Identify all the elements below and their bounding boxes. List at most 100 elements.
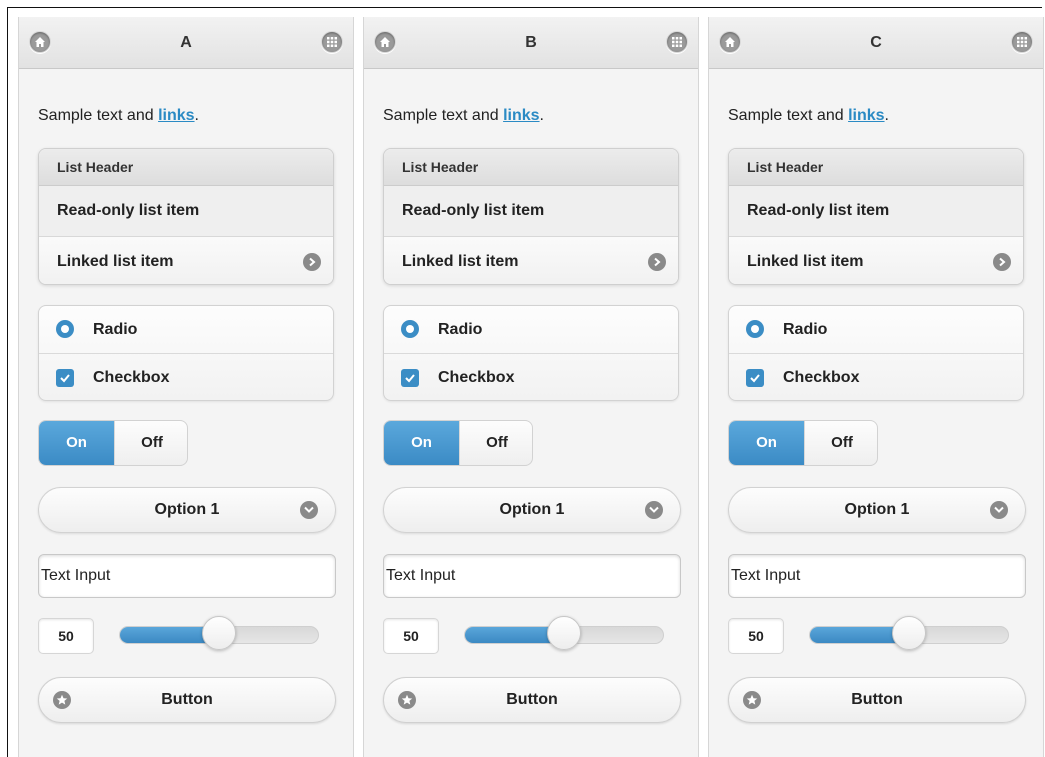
header-bar: A [19,17,353,69]
radio-option[interactable]: Radio [384,306,678,353]
checkbox-icon [56,369,74,387]
star-button[interactable]: Button [728,677,1026,723]
radio-icon [401,320,419,338]
text-input[interactable]: Text Input [383,554,681,598]
button-label: Button [506,691,558,708]
controlgroup: Radio Checkbox [728,305,1024,401]
sample-link[interactable]: links [158,107,194,124]
flip-switch[interactable]: On Off [728,420,878,466]
checkbox-label: Checkbox [438,369,515,386]
slider-handle[interactable] [892,616,926,650]
radio-option[interactable]: Radio [39,306,333,353]
radio-icon [56,320,74,338]
linked-list-item-label: Linked list item [57,253,174,270]
page-title: A [180,34,192,51]
controlgroup: Radio Checkbox [38,305,334,401]
arrow-right-icon [648,253,666,271]
readonly-list-item: Read-only list item [729,186,1023,236]
flip-off[interactable]: Off [459,421,532,465]
controlgroup: Radio Checkbox [383,305,679,401]
slider-handle[interactable] [547,616,581,650]
readonly-list-item: Read-only list item [39,186,333,236]
select-menu[interactable]: Option 1 [728,487,1026,533]
flip-off[interactable]: Off [114,421,187,465]
select-menu[interactable]: Option 1 [383,487,681,533]
chevron-down-icon [990,501,1008,519]
panel-c: C Sample text and links. List Header Rea… [708,17,1044,757]
select-value: Option 1 [499,501,565,518]
radio-option[interactable]: Radio [729,306,1023,353]
star-icon [53,691,71,709]
text-input[interactable]: Text Input [38,554,336,598]
sample-text-label: Sample text and [38,107,159,124]
star-button[interactable]: Button [38,677,336,723]
sample-link[interactable]: links [848,107,884,124]
linked-list-item[interactable]: Linked list item [729,236,1023,284]
header-bar: C [709,17,1043,69]
star-icon [743,691,761,709]
linked-list-item[interactable]: Linked list item [39,236,333,284]
list-header: List Header [39,149,333,186]
checkbox-label: Checkbox [93,369,170,386]
linked-list-item-label: Linked list item [747,253,864,270]
chevron-down-icon [300,501,318,519]
flip-switch[interactable]: On Off [383,420,533,466]
arrow-right-icon [993,253,1011,271]
chevron-down-icon [645,501,663,519]
checkbox-option[interactable]: Checkbox [384,353,678,400]
slider-value-input[interactable]: 50 [38,618,94,654]
flip-on[interactable]: On [384,421,459,465]
listview: List Header Read-only list item Linked l… [38,148,334,285]
list-header: List Header [384,149,678,186]
checkbox-icon [746,369,764,387]
sample-text: Sample text and links. [383,107,544,125]
radio-icon [746,320,764,338]
button-label: Button [851,691,903,708]
panel-b: B Sample text and links. List Header Rea… [363,17,699,757]
page-title: C [870,34,882,51]
star-button[interactable]: Button [383,677,681,723]
slider-value-input[interactable]: 50 [728,618,784,654]
list-header: List Header [729,149,1023,186]
sample-text: Sample text and links. [728,107,889,125]
readonly-list-item: Read-only list item [384,186,678,236]
listview: List Header Read-only list item Linked l… [728,148,1024,285]
flip-switch[interactable]: On Off [38,420,188,466]
grid-icon[interactable] [321,31,343,53]
text-input[interactable]: Text Input [728,554,1026,598]
arrow-right-icon [303,253,321,271]
listview: List Header Read-only list item Linked l… [383,148,679,285]
flip-on[interactable]: On [39,421,114,465]
flip-on[interactable]: On [729,421,804,465]
flip-off[interactable]: Off [804,421,877,465]
grid-icon[interactable] [1011,31,1033,53]
slider-value-input[interactable]: 50 [383,618,439,654]
radio-label: Radio [438,321,483,338]
sample-text-label: Sample text and [383,107,504,124]
checkbox-option[interactable]: Checkbox [729,353,1023,400]
select-value: Option 1 [844,501,910,518]
sample-link[interactable]: links [503,107,539,124]
sample-text-period: . [539,107,544,124]
checkbox-label: Checkbox [783,369,860,386]
linked-list-item[interactable]: Linked list item [384,236,678,284]
radio-label: Radio [93,321,138,338]
sample-text-period: . [194,107,199,124]
sample-text-period: . [884,107,889,124]
radio-label: Radio [783,321,828,338]
checkbox-icon [401,369,419,387]
frame-top-border [7,7,1042,8]
header-bar: B [364,17,698,69]
slider-handle[interactable] [202,616,236,650]
checkbox-option[interactable]: Checkbox [39,353,333,400]
sample-text: Sample text and links. [38,107,199,125]
select-menu[interactable]: Option 1 [38,487,336,533]
panel-a: A Sample text and links. List Header Rea… [18,17,354,757]
page-title: B [525,34,537,51]
linked-list-item-label: Linked list item [402,253,519,270]
grid-icon[interactable] [666,31,688,53]
star-icon [398,691,416,709]
frame-left-border [7,7,8,757]
button-label: Button [161,691,213,708]
sample-text-label: Sample text and [728,107,849,124]
